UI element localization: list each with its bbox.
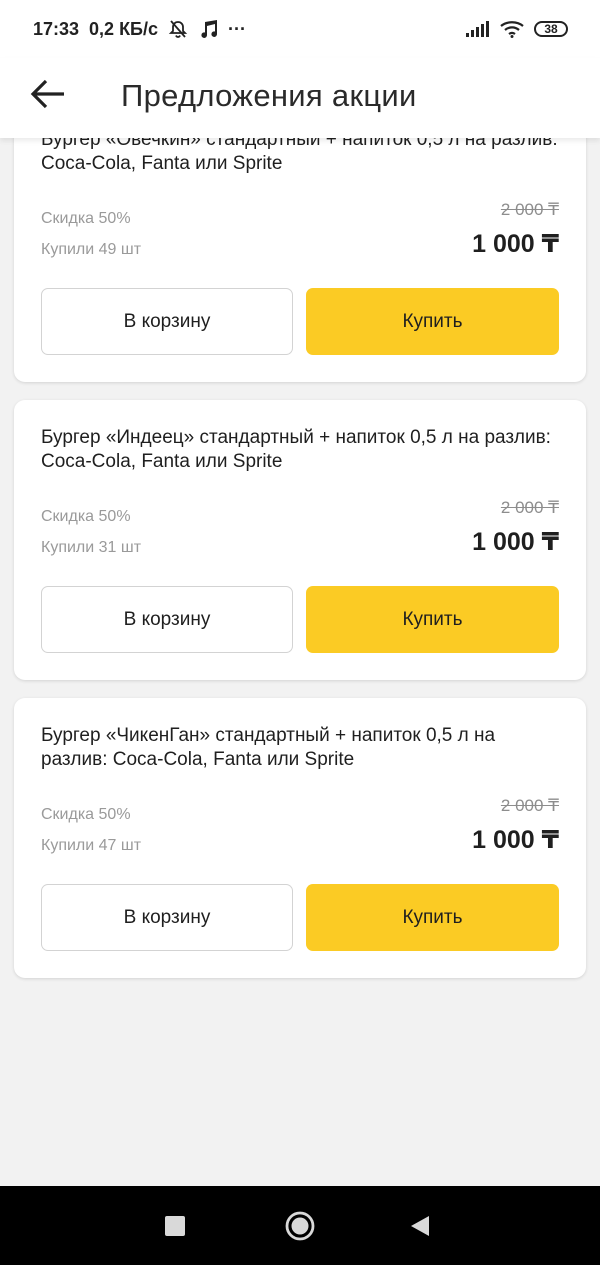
notifications-off-icon [168,19,188,39]
back-button[interactable] [26,76,70,116]
home-button[interactable] [280,1208,320,1248]
status-left: 17:33 0,2 КБ/с ··· [33,19,246,40]
battery-icon: 38 [534,21,568,37]
offer-bought-count: Купили 31 шт [41,539,142,556]
offer-bought-count: Купили 47 шт [41,837,142,854]
add-to-cart-button[interactable]: В корзину [41,884,293,951]
buy-button[interactable]: Купить [306,288,559,355]
wifi-icon [500,20,524,38]
square-icon [165,1215,185,1241]
offer-old-price: 2 000 ₸ [500,498,559,517]
offer-card: Бургер «Индеец» стандартный + напиток 0,… [14,400,586,680]
arrow-back-icon [30,79,66,114]
recents-button[interactable] [155,1208,195,1248]
offer-old-price: 2 000 ₸ [500,200,559,219]
triangle-back-icon [409,1215,431,1242]
page-title: Предложения акции [121,78,417,113]
offer-title: Бургер «ЧикенГан» стандартный + напиток … [41,725,496,770]
back-nav-button[interactable] [400,1208,440,1248]
buy-button[interactable]: Купить [306,884,559,951]
buy-button[interactable]: Купить [306,586,559,653]
status-bar: 17:33 0,2 КБ/с ··· 38 [0,0,600,58]
status-right: 38 [466,20,568,38]
add-to-cart-button[interactable]: В корзину [41,586,293,653]
offer-price: 1 000 ₸ [472,528,559,556]
music-note-icon [198,19,218,39]
offer-discount: Скидка 50% [41,210,131,227]
offers-list[interactable]: Бургер «Овечкин» стандартный + напиток 0… [0,138,600,1186]
offer-discount: Скидка 50% [41,508,131,525]
offer-title: Бургер «Овечкин» стандартный + напиток 0… [41,138,558,174]
offer-price: 1 000 ₸ [472,230,559,258]
app-header: Предложения акции [0,58,600,138]
offer-price: 1 000 ₸ [472,826,559,854]
offer-title: Бургер «Индеец» стандартный + напиток 0,… [41,427,551,472]
offer-card: Бургер «ЧикенГан» стандартный + напиток … [14,698,586,978]
offer-card: Бургер «Овечкин» стандартный + напиток 0… [14,138,586,382]
system-nav-bar [0,1186,600,1265]
offer-old-price: 2 000 ₸ [500,796,559,815]
more-icon: ··· [228,18,246,39]
circle-icon [285,1211,315,1246]
status-time: 17:33 [33,18,80,39]
signal-icon [466,21,490,37]
status-net-speed: 0,2 КБ/с [89,18,159,39]
offer-bought-count: Купили 49 шт [41,241,142,258]
add-to-cart-button[interactable]: В корзину [41,288,293,355]
offer-discount: Скидка 50% [41,806,131,823]
